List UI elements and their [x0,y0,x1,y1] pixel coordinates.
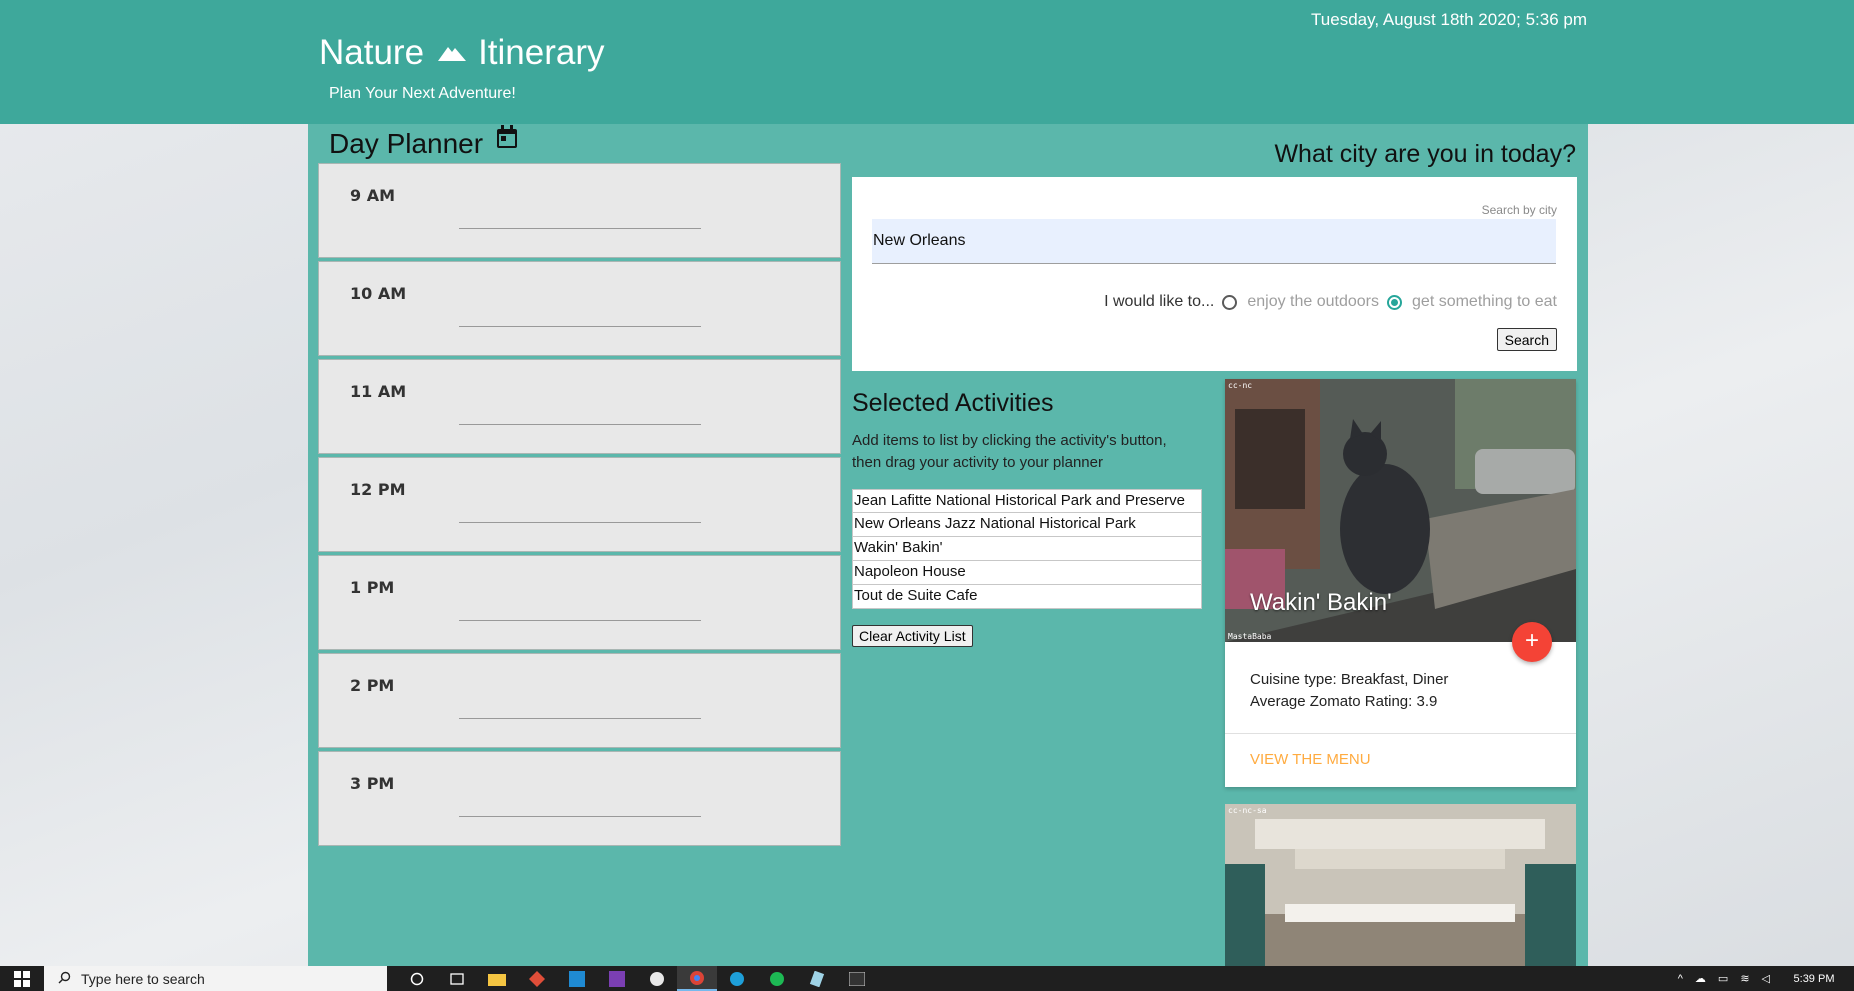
view-menu-link[interactable]: VIEW THE MENU [1250,751,1371,768]
taskbar-search-placeholder: Type here to search [81,970,205,987]
option-eat-label[interactable]: get something to eat [1412,293,1557,311]
git-tool-icon[interactable] [517,966,557,991]
task-view-icon[interactable] [437,966,477,991]
spotify-icon[interactable] [757,966,797,991]
taskbar-clock[interactable]: 5:39 PM [1774,973,1854,985]
time-slot-label: 2 PM [350,676,395,695]
search-icon [58,971,71,987]
day-planner-heading: Day Planner [329,124,519,160]
file-explorer-icon[interactable] [477,966,517,991]
calendar-icon [495,124,519,157]
activity-item[interactable]: Wakin' Bakin' [852,537,1202,561]
edge-icon[interactable] [717,966,757,991]
restaurant-card: cc-nc MastaBaba Wakin' Bakin' + Cuisine … [1225,379,1576,787]
add-activity-button[interactable]: + [1512,622,1552,662]
city-search-input[interactable] [872,219,1556,264]
activity-prompt: I would like to... [1104,293,1215,310]
photo-credit: MastaBaba [1228,632,1272,641]
clear-activity-list-button[interactable]: Clear Activity List [852,625,973,647]
selected-activities-description: Add items to list by clicking the activi… [852,432,1167,471]
chevron-up-icon[interactable]: ^ [1678,973,1683,985]
cuisine-type: Cuisine type: Breakfast, Diner [1250,671,1449,688]
license-watermark: cc-nc-sa [1228,806,1267,815]
slack-icon[interactable] [637,966,677,991]
battery-icon[interactable]: ▭ [1718,972,1728,985]
tagline: Plan Your Next Adventure! [329,85,516,102]
activity-type-options: I would like to... enjoy the outdoors ge… [1104,293,1557,311]
volume-icon[interactable]: ◁ [1762,972,1770,985]
time-slot-3pm[interactable]: 3 PM [318,751,841,846]
radio-outdoors[interactable] [1222,294,1238,310]
city-search-card: Search by city I would like to... enjoy … [852,177,1577,371]
site-brand: Nature Itinerary [319,30,605,76]
slot-drop-line [459,228,701,229]
time-slot-label: 1 PM [350,578,395,597]
zomato-rating: Average Zomato Rating: 3.9 [1250,693,1438,710]
city-field-label: Search by city [1481,203,1557,217]
restaurant-info: Cuisine type: Breakfast, Diner Average Z… [1250,669,1448,713]
time-slot-label: 3 PM [350,774,395,793]
site-header: Nature Itinerary Plan Your Next Adventur… [0,0,1854,124]
slot-drop-line [459,326,701,327]
slot-drop-line [459,424,701,425]
day-planner-title: Day Planner [329,128,484,159]
taskbar-apps [397,966,877,991]
selected-activities-title: Selected Activities [852,389,1054,417]
time-slot-label: 12 PM [350,480,406,499]
restaurant-card: cc-nc-sa [1225,804,1576,966]
option-outdoors-label[interactable]: enjoy the outdoors [1247,293,1379,311]
chrome-icon[interactable] [677,966,717,991]
current-datetime: Tuesday, August 18th 2020; 5:36 pm [1311,10,1587,29]
time-slot-12pm[interactable]: 12 PM [318,457,841,552]
activity-item[interactable]: New Orleans Jazz National Historical Par… [852,513,1202,537]
card-divider [1225,733,1576,734]
search-button[interactable]: Search [1496,328,1557,351]
brand-name-right: Itinerary [478,33,605,72]
main-panel: Day Planner 9 AM 10 AM 11 AM 12 PM 1 PM … [308,124,1588,966]
terminal-icon[interactable] [837,966,877,991]
restaurant-name: Wakin' Bakin' [1250,589,1392,616]
license-watermark: cc-nc [1228,381,1253,390]
mountain-icon [438,30,467,70]
city-question: What city are you in today? [1274,140,1576,168]
onedrive-icon[interactable]: ☁ [1695,972,1706,985]
taskbar-search[interactable]: Type here to search [44,966,387,991]
windows-start-icon[interactable] [0,966,44,991]
time-slot-label: 11 AM [350,382,407,401]
restaurant-photo: cc-nc MastaBaba Wakin' Bakin' [1225,379,1576,642]
activity-list: Jean Lafitte National Historical Park an… [852,489,1202,609]
slot-drop-line [459,620,701,621]
time-slot-11am[interactable]: 11 AM [318,359,841,454]
activity-item[interactable]: Tout de Suite Cafe [852,585,1202,609]
windows-taskbar: Type here to search ^ ☁ ▭ ≋ ◁ 5:39 PM [0,966,1854,991]
time-slot-2pm[interactable]: 2 PM [318,653,841,748]
notes-app-icon[interactable] [797,966,837,991]
time-slot-9am[interactable]: 9 AM [318,163,841,258]
activity-item[interactable]: Jean Lafitte National Historical Park an… [852,489,1202,513]
time-slot-10am[interactable]: 10 AM [318,261,841,356]
wifi-icon[interactable]: ≋ [1740,972,1749,985]
brand-name-left: Nature [319,33,425,72]
onenote-icon[interactable] [597,966,637,991]
time-slot-label: 10 AM [350,284,407,303]
slot-drop-line [459,522,701,523]
slot-drop-line [459,718,701,719]
system-tray: ^ ☁ ▭ ≋ ◁ 5:39 PM [1678,966,1854,991]
vscode-icon[interactable] [557,966,597,991]
restaurant-photo [1225,804,1576,966]
cortana-icon[interactable] [397,966,437,991]
activity-item[interactable]: Napoleon House [852,561,1202,585]
radio-eat[interactable] [1387,294,1403,310]
time-slot-1pm[interactable]: 1 PM [318,555,841,650]
slot-drop-line [459,816,701,817]
time-slot-label: 9 AM [350,186,396,205]
